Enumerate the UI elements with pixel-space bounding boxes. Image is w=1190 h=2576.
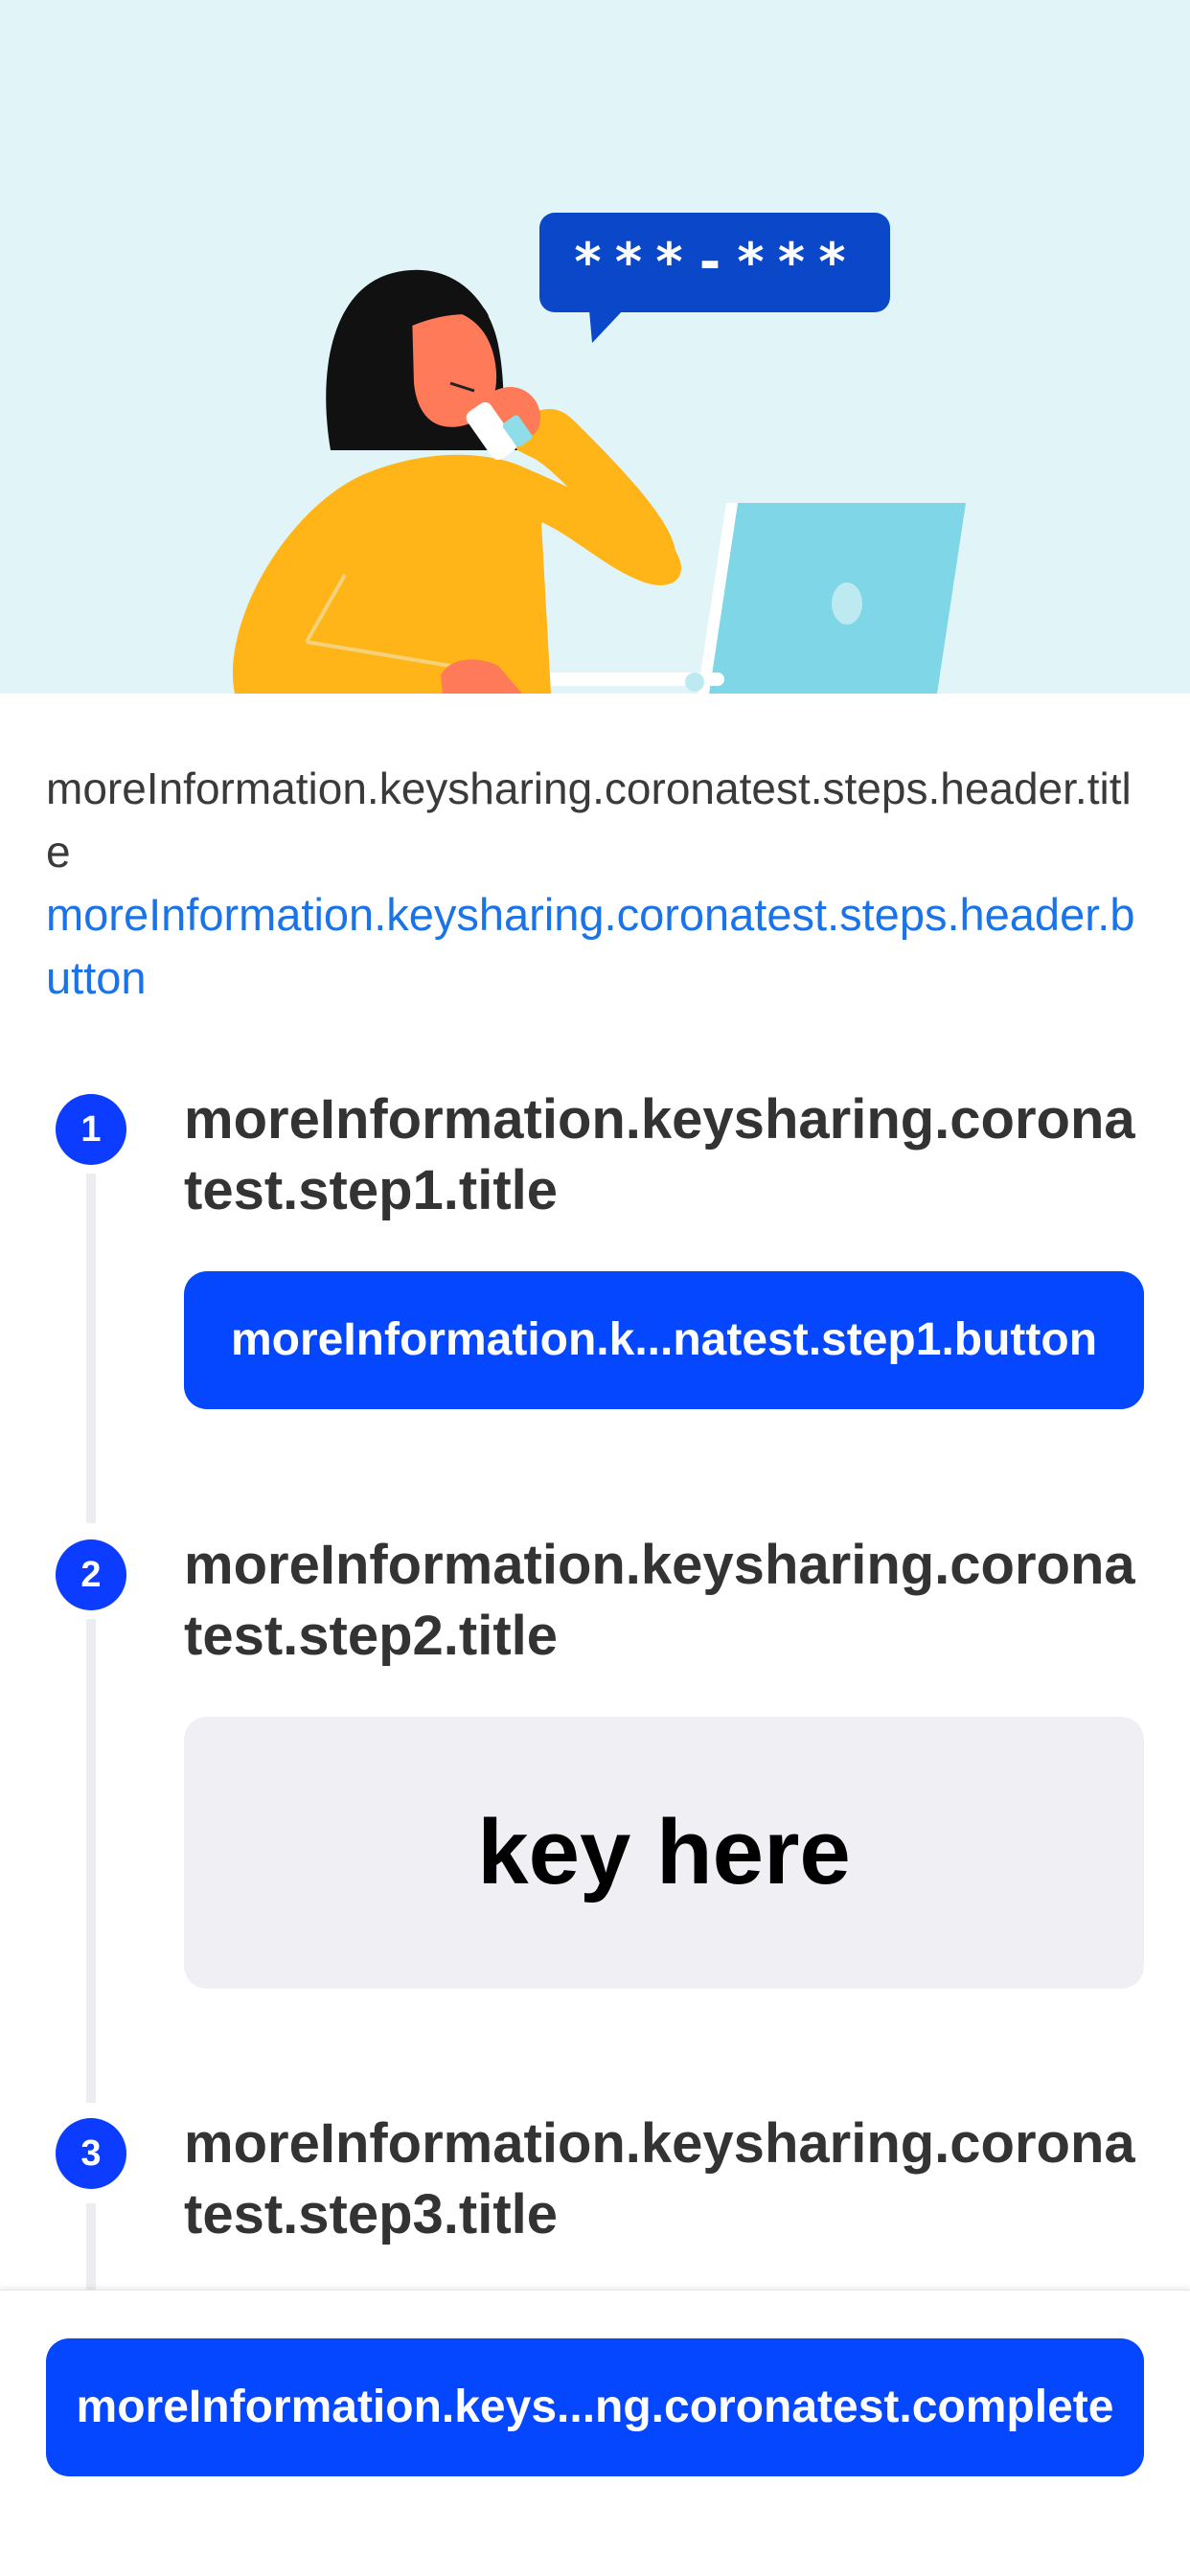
complete-button[interactable]: moreInformation.keys...ng.coronatest.com… (46, 2338, 1144, 2476)
step-1-title: moreInformation.keysharing.coronatest.st… (184, 1088, 1135, 1221)
step-1-badge: 1 (56, 1094, 126, 1165)
steps-header: moreInformation.keysharing.coronatest.st… (46, 757, 1148, 1010)
step-2-title: moreInformation.keysharing.coronatest.st… (184, 1534, 1135, 1667)
header-title: moreInformation.keysharing.coronatest.st… (46, 764, 1132, 877)
timeline-line-1 (86, 1174, 96, 1523)
person-on-phone-illustration: ***-*** (232, 213, 966, 694)
timeline-line-3 (86, 2203, 96, 2299)
masked-code-text: ***-*** (572, 232, 858, 292)
step-1-button[interactable]: moreInformation.k...natest.step1.button (184, 1271, 1144, 1409)
step-2-badge: 2 (56, 1539, 126, 1610)
hero-illustration: ***-*** (0, 0, 1190, 694)
step-3-badge: 3 (56, 2118, 126, 2189)
timeline-line-2 (86, 1619, 96, 2103)
step-3-title: moreInformation.keysharing.coronatest.st… (184, 2112, 1135, 2245)
header-link-button[interactable]: moreInformation.keysharing.coronatest.st… (46, 883, 1148, 1010)
key-display-box: key here (184, 1717, 1144, 1989)
bottom-action-bar: moreInformation.keys...ng.coronatest.com… (0, 2290, 1190, 2576)
